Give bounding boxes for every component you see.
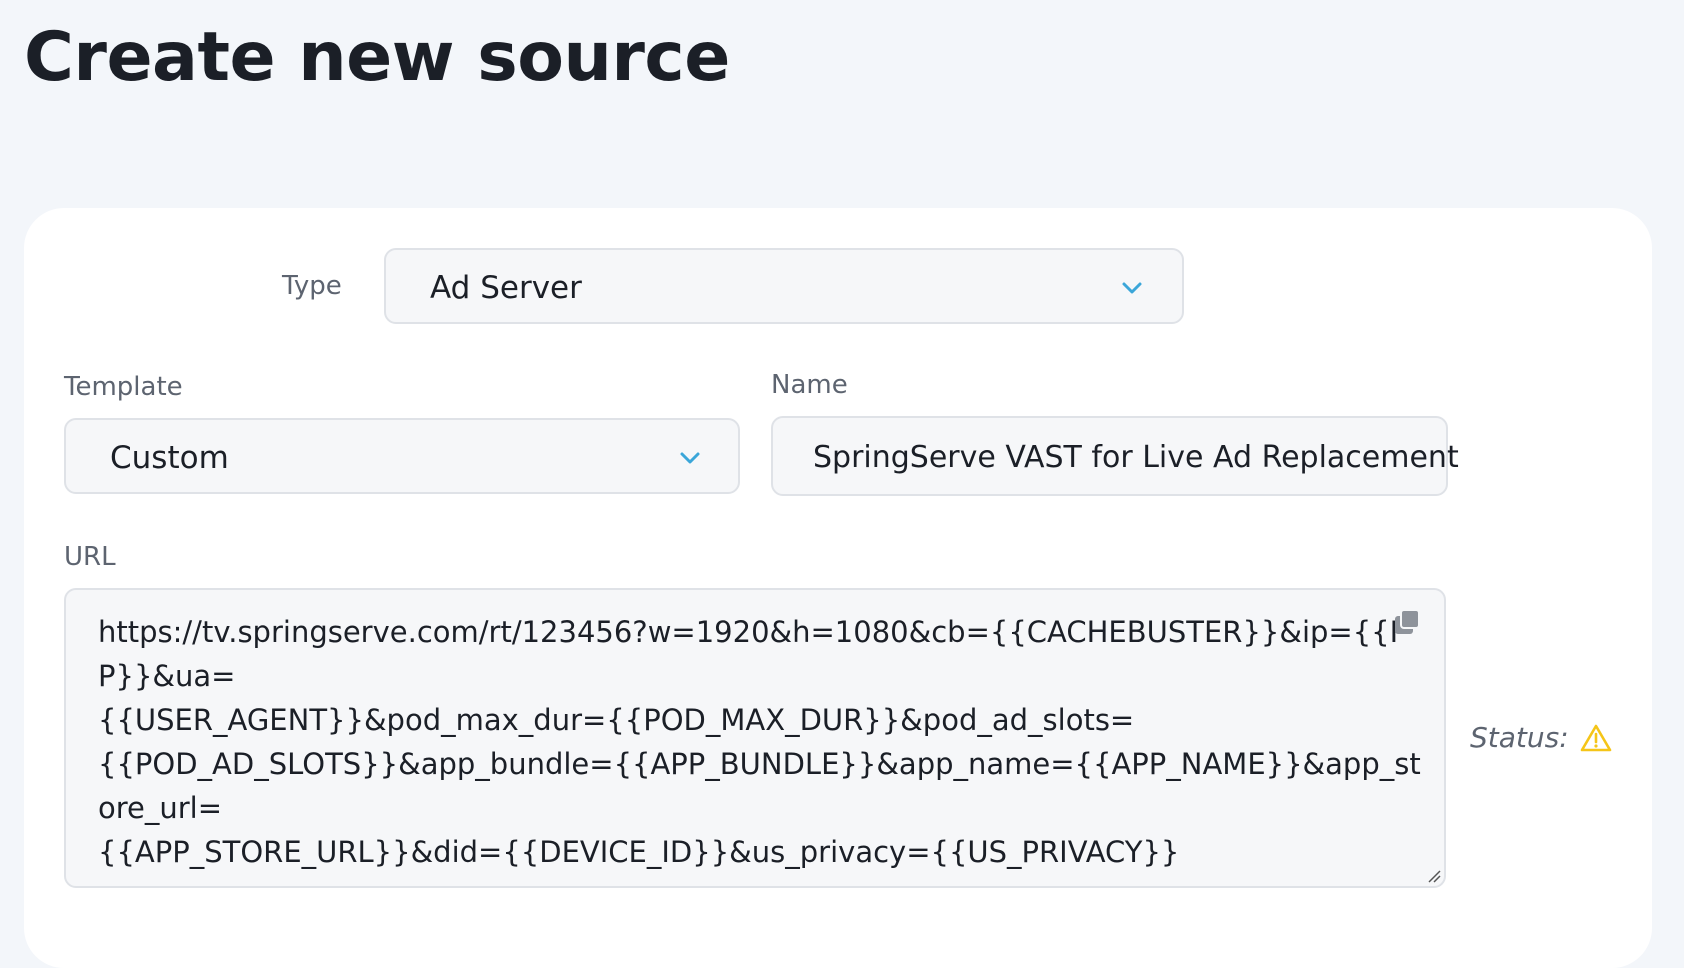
copy-icon[interactable] bbox=[1392, 608, 1422, 638]
warning-icon bbox=[1580, 724, 1612, 752]
url-line: {{USER_AGENT}}&pod_max_dur={{POD_MAX_DUR… bbox=[98, 703, 1135, 737]
url-line: https://tv.springserve.com/rt/123456?w=1… bbox=[98, 615, 1399, 693]
url-line: {{POD_AD_SLOTS}}&app_bundle={{APP_BUNDLE… bbox=[98, 747, 1421, 825]
page-title: Create new source bbox=[24, 18, 730, 97]
url-label: URL bbox=[64, 542, 116, 572]
resize-handle[interactable] bbox=[1425, 867, 1441, 883]
type-label: Type bbox=[282, 271, 342, 301]
template-select[interactable]: Custom bbox=[64, 418, 740, 494]
status-label: Status: bbox=[1470, 721, 1569, 754]
template-label: Template bbox=[64, 372, 183, 402]
name-input[interactable]: SpringServe VAST for Live Ad Replacement bbox=[771, 416, 1459, 496]
url-textarea[interactable]: https://tv.springserve.com/rt/123456?w=1… bbox=[64, 588, 1446, 888]
url-line: {{APP_STORE_URL}}&did={{DEVICE_ID}}&us_p… bbox=[98, 835, 1180, 869]
type-select[interactable]: Ad Server bbox=[384, 248, 1184, 324]
template-select-value: Custom bbox=[110, 440, 229, 476]
url-textarea-value: https://tv.springserve.com/rt/123456?w=1… bbox=[98, 610, 1438, 874]
chevron-down-icon bbox=[1122, 282, 1142, 294]
name-input-value: SpringServe VAST for Live Ad Replacement bbox=[813, 440, 1459, 475]
type-select-value: Ad Server bbox=[430, 270, 582, 306]
chevron-down-icon bbox=[680, 452, 700, 464]
name-label: Name bbox=[771, 370, 848, 400]
